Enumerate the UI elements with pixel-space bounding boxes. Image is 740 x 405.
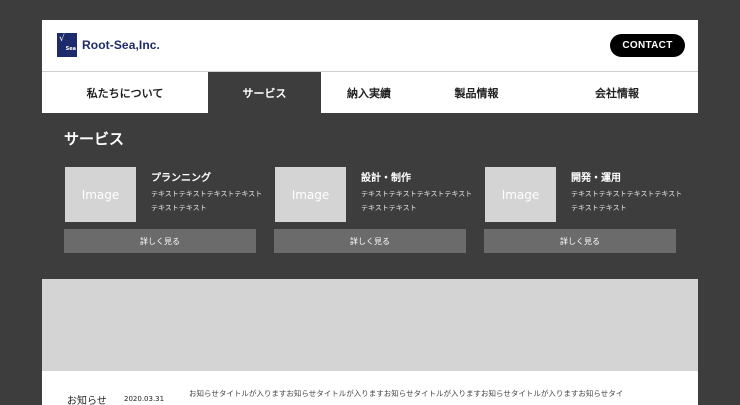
panel-title: サービス: [64, 130, 125, 148]
logo[interactable]: √ Sea Root-Sea,Inc.: [57, 33, 160, 57]
site-header: √ Sea Root-Sea,Inc. CONTACT: [42, 20, 698, 71]
page: √ Sea Root-Sea,Inc. CONTACT 私たちについて サービス…: [42, 20, 698, 405]
news-item-link[interactable]: お知らせタイトルが入りますお知らせタイトルが入りますお知らせタイトルが入りますお…: [189, 387, 669, 401]
nav-item-products[interactable]: 製品情報: [417, 72, 536, 113]
news-label: お知らせ: [67, 396, 107, 405]
nav-item-about[interactable]: 私たちについて: [42, 72, 208, 113]
card-text: テキストテキストテキストテキストテキストテキスト: [151, 190, 263, 212]
logo-mark-symbol: √: [59, 34, 65, 44]
services-dropdown-panel: サービス Image プランニング テキストテキストテキストテキストテキストテキ…: [42, 113, 698, 279]
card-image-placeholder[interactable]: Image: [485, 167, 556, 222]
card-more-button[interactable]: 詳しく見る: [64, 229, 256, 253]
card-more-button[interactable]: 詳しく見る: [484, 229, 676, 253]
news-section: お知らせ 2020.03.31 お知らせタイトルが入りますお知らせタイトルが入り…: [42, 371, 698, 405]
nav-item-company[interactable]: 会社情報: [536, 72, 698, 113]
nav-item-services[interactable]: サービス: [208, 72, 321, 113]
card-more-button[interactable]: 詳しく見る: [274, 229, 466, 253]
card-title[interactable]: プランニング: [151, 169, 211, 184]
main-nav: 私たちについて サービス 納入実績 製品情報 会社情報: [42, 71, 698, 113]
card-title[interactable]: 設計・制作: [361, 169, 411, 184]
card-text: テキストテキストテキストテキストテキストテキスト: [571, 190, 683, 212]
news-date: 2020.03.31: [124, 395, 165, 403]
card-text: テキストテキストテキストテキストテキストテキスト: [361, 190, 473, 212]
logo-text: Root-Sea,Inc.: [82, 38, 160, 52]
card-image-placeholder[interactable]: Image: [275, 167, 346, 222]
logo-mark-icon: √ Sea: [57, 33, 77, 57]
hero-image-placeholder: [42, 279, 698, 371]
contact-button[interactable]: CONTACT: [610, 34, 685, 57]
logo-mark-sub: Sea: [65, 46, 76, 52]
nav-item-results[interactable]: 納入実績: [321, 72, 417, 113]
card-title[interactable]: 開発・運用: [571, 169, 621, 184]
card-image-placeholder[interactable]: Image: [65, 167, 136, 222]
